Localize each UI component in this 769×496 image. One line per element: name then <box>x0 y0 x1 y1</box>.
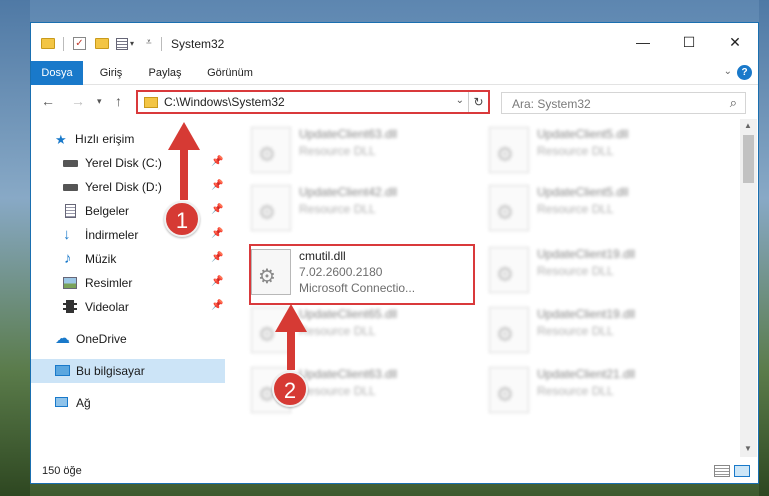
arrow-step-1 <box>168 122 200 200</box>
step-1-badge: 1 <box>164 201 200 237</box>
step-2-badge: 2 <box>272 371 308 407</box>
annotation-arrows <box>168 122 307 370</box>
arrow-step-2 <box>275 304 307 370</box>
